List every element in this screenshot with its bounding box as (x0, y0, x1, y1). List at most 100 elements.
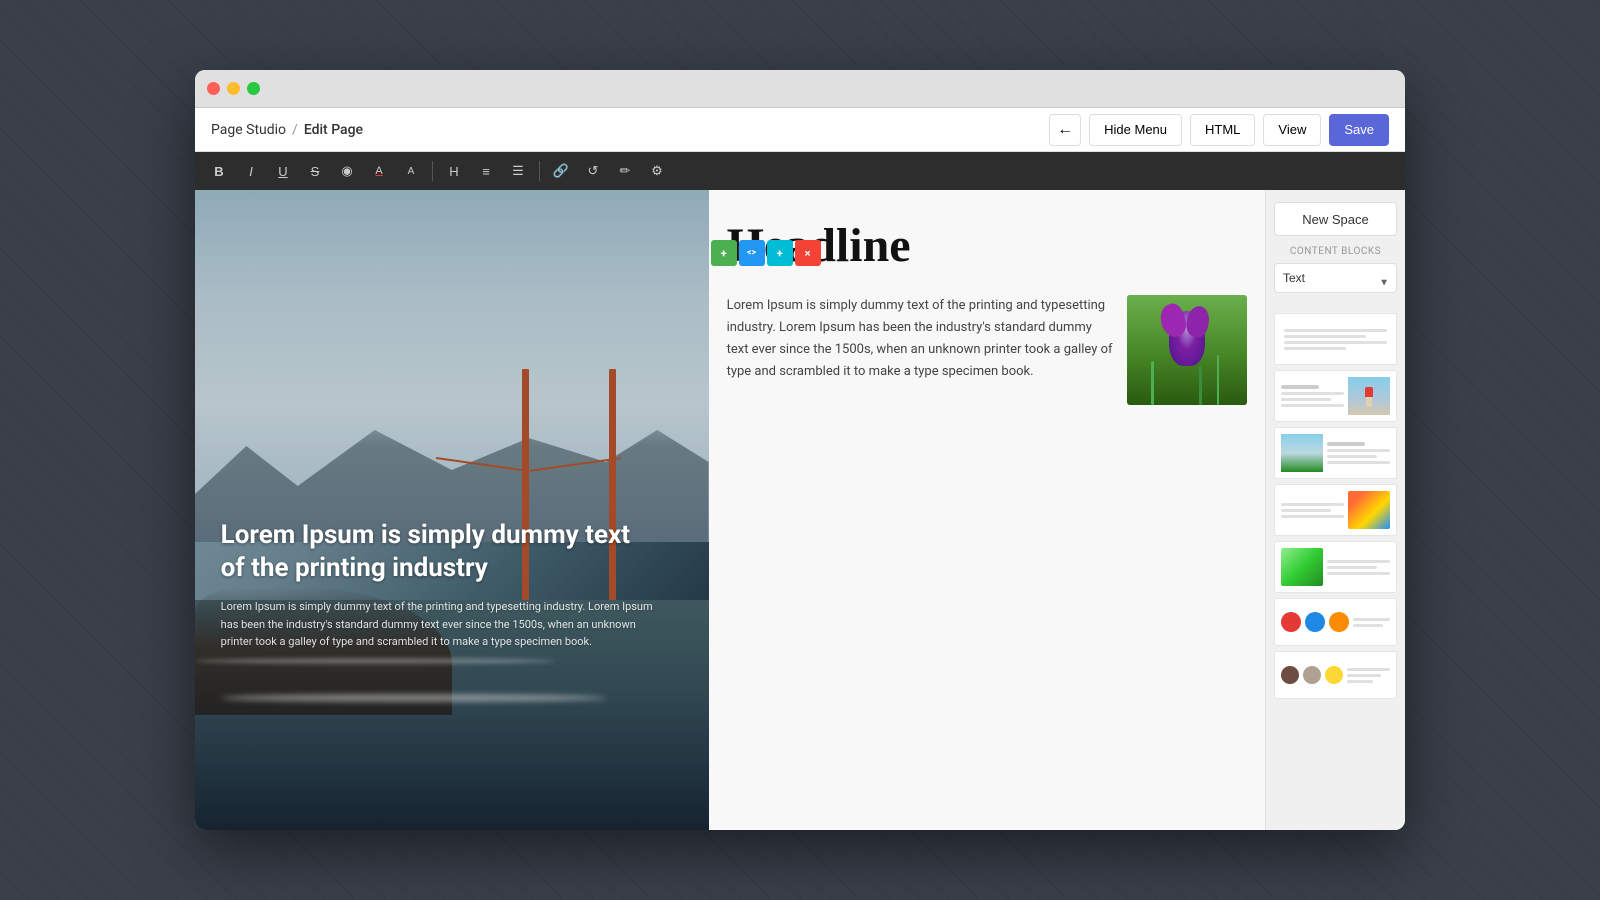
hero-text-container[interactable]: Lorem Ipsum is simply dummy text of the … (221, 519, 658, 651)
thumb-with-img-4 (1281, 491, 1390, 529)
save-button[interactable]: Save (1329, 114, 1389, 146)
block-thumbnail-4[interactable] (1274, 484, 1397, 536)
add-block-button[interactable]: + (711, 240, 737, 266)
font-color-button[interactable]: A (365, 157, 393, 185)
toolbar-divider-1 (432, 161, 433, 181)
circle-yellow (1325, 666, 1343, 684)
thumb-line (1327, 455, 1377, 458)
thumb-line (1347, 674, 1381, 677)
content-blocks-label: CONTENT BLOCKS (1274, 246, 1397, 257)
maximize-button[interactable] (247, 82, 260, 95)
hero-image: Lorem Ipsum is simply dummy text of the … (195, 190, 709, 830)
underline-button[interactable]: U (269, 157, 297, 185)
thumb-image-4 (1348, 491, 1390, 529)
thumb-line (1347, 668, 1390, 671)
canvas-left-panel[interactable]: Lorem Ipsum is simply dummy text of the … (195, 190, 709, 830)
thumb-text-4 (1281, 503, 1344, 518)
thumb-lines-1 (1284, 329, 1387, 350)
italic-button[interactable]: I (237, 157, 265, 185)
hero-overlay (195, 190, 709, 830)
thumb-line (1281, 515, 1344, 518)
traffic-lights (207, 82, 260, 95)
block-thumbnail-6[interactable] (1274, 598, 1397, 646)
thumb-text-6 (1353, 618, 1390, 627)
formatting-toolbar: B I U S ◉ A A H ≡ ☰ 🔗 ↺ ✏ ⚙ (195, 152, 1405, 190)
settings-button[interactable]: ⚙ (643, 157, 671, 185)
bold-button[interactable]: B (205, 157, 233, 185)
block-thumbnail-7[interactable] (1274, 651, 1397, 699)
breadcrumb-current: Edit Page (304, 122, 363, 138)
thumb-line (1281, 392, 1344, 395)
editor-container: Lorem Ipsum is simply dummy text of the … (195, 190, 1405, 830)
hide-menu-button[interactable]: Hide Menu (1089, 114, 1182, 146)
block-thumbnail-5[interactable] (1274, 541, 1397, 593)
thumb-line (1327, 566, 1377, 569)
thumb-line (1284, 341, 1387, 344)
breadcrumb-separator: / (292, 122, 298, 138)
highlight-button[interactable]: ◉ (333, 157, 361, 185)
header-actions: ← Hide Menu HTML View Save (1049, 114, 1389, 146)
block-thumbnail-2[interactable] (1274, 370, 1397, 422)
content-type-select[interactable]: Text Image Video Gallery HTML (1274, 263, 1397, 293)
close-button[interactable] (207, 82, 220, 95)
thumb-line (1327, 442, 1365, 446)
thumb-line (1327, 449, 1390, 452)
breadcrumb-app[interactable]: Page Studio (211, 122, 286, 138)
circle-brown (1281, 666, 1299, 684)
undo-button[interactable]: ↺ (579, 157, 607, 185)
thumb-line (1281, 404, 1344, 407)
thumb-line (1284, 335, 1366, 338)
thumb-line (1281, 398, 1331, 401)
list-button[interactable]: ☰ (504, 157, 532, 185)
pen-button[interactable]: ✏ (611, 157, 639, 185)
view-button[interactable]: View (1263, 114, 1321, 146)
minimize-button[interactable] (227, 82, 240, 95)
title-bar (195, 70, 1405, 108)
thumb-line (1281, 385, 1319, 389)
circle-blue (1305, 612, 1325, 632)
heading-button[interactable]: H (440, 157, 468, 185)
sidebar: New Space CONTENT BLOCKS Text Image Vide… (1265, 190, 1405, 830)
thumb-image-3 (1281, 434, 1323, 472)
canvas-area: Lorem Ipsum is simply dummy text of the … (195, 190, 1265, 830)
thumb-line (1347, 680, 1373, 683)
breadcrumb: Page Studio / Edit Page (211, 122, 363, 138)
toolbar-divider-2 (539, 161, 540, 181)
code-block-button[interactable]: <> (739, 240, 765, 266)
thumb-text-3 (1327, 442, 1390, 464)
circle-red (1281, 612, 1301, 632)
thumb-line (1353, 624, 1383, 627)
new-space-button[interactable]: New Space (1274, 202, 1397, 236)
hero-body: Lorem Ipsum is simply dummy text of the … (221, 598, 658, 651)
block-controls: + <> + × (711, 240, 821, 266)
content-body-text[interactable]: Lorem Ipsum is simply dummy text of the … (727, 295, 1113, 383)
content-block[interactable]: Headline Lorem Ipsum is simply dummy tex… (709, 200, 1265, 425)
block-thumbnail-1[interactable] (1274, 313, 1397, 365)
strikethrough-button[interactable]: S (301, 157, 329, 185)
content-image (1127, 295, 1247, 405)
canvas-right-panel[interactable]: + <> + × Headline Lorem Ipsum is simply … (709, 190, 1265, 830)
thumb-line (1284, 329, 1387, 332)
circle-tan (1303, 666, 1321, 684)
font-size-button[interactable]: A (397, 157, 425, 185)
thumb-text-7 (1347, 668, 1390, 683)
thumb-line (1284, 347, 1346, 350)
thumb-image-2 (1348, 377, 1390, 415)
thumb-line (1327, 461, 1390, 464)
hero-heading: Lorem Ipsum is simply dummy text of the … (221, 519, 658, 584)
thumb-with-img-2 (1281, 377, 1390, 415)
thumb-line (1281, 509, 1331, 512)
block-thumbnail-3[interactable] (1274, 427, 1397, 479)
add-after-button[interactable]: + (767, 240, 793, 266)
delete-block-button[interactable]: × (795, 240, 821, 266)
link-button[interactable]: 🔗 (547, 157, 575, 185)
html-button[interactable]: HTML (1190, 114, 1255, 146)
thumb-image-5 (1281, 548, 1323, 586)
back-button[interactable]: ← (1049, 114, 1081, 146)
thumb-line (1327, 572, 1390, 575)
thumb-text-2 (1281, 385, 1344, 407)
thumb-img-left-3 (1281, 434, 1390, 472)
align-button[interactable]: ≡ (472, 157, 500, 185)
thumb-line (1281, 503, 1344, 506)
thumb-line (1327, 560, 1390, 563)
